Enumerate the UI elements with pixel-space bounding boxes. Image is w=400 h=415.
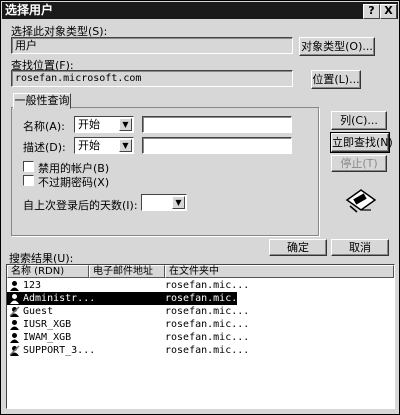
ok-button[interactable]: 确定: [269, 239, 327, 256]
columns-button[interactable]: 列(C)...: [331, 111, 387, 130]
close-button[interactable]: X: [380, 4, 397, 19]
user-icon: [10, 320, 19, 330]
search-results-list[interactable]: 名称 (RDN) 电子邮件地址 在文件夹中 123 rosefan.mic...…: [6, 264, 395, 409]
stop-button[interactable]: 停止(T): [331, 155, 387, 172]
description-input[interactable]: [142, 137, 292, 154]
user-folder: rosefan.mic...: [165, 293, 250, 304]
help-button[interactable]: ?: [363, 4, 380, 19]
disabled-accounts-checkbox[interactable]: [23, 161, 34, 172]
user-icon: [10, 333, 19, 343]
description-label: 描述(D):: [23, 141, 66, 154]
days-since-logon-select[interactable]: ▼: [141, 194, 187, 211]
tab-general-queries[interactable]: 一般性查询: [13, 93, 71, 109]
title-bar: 选择用户 ? X: [2, 2, 398, 19]
non-expiring-password-label: 不过期密码(X): [38, 176, 110, 189]
object-type-field: 用户: [11, 37, 293, 54]
chevron-down-icon[interactable]: ▼: [172, 196, 185, 209]
table-row[interactable]: 123 rosefan.mic...: [7, 279, 249, 292]
user-name: Guest: [23, 306, 54, 317]
user-folder: rosefan.mic...: [165, 280, 250, 291]
column-header-email[interactable]: 电子邮件地址: [89, 265, 165, 278]
user-name: IWAM_XGB: [23, 332, 72, 343]
name-input[interactable]: [142, 116, 292, 133]
find-now-button[interactable]: 立即查找(N): [330, 132, 393, 153]
table-row[interactable]: IWAM_XGB rosefan.mic...: [7, 331, 249, 344]
window-title: 选择用户: [5, 3, 54, 17]
table-row[interactable]: Administr... rosefan.mic...: [7, 292, 249, 305]
chevron-down-icon[interactable]: ▼: [119, 118, 132, 131]
days-since-logon-label: 自上次登录后的天数(I):: [23, 199, 138, 212]
user-folder: rosefan.mic...: [165, 332, 250, 343]
user-icon: [10, 281, 19, 291]
user-name: SUPPORT_3...: [23, 345, 96, 356]
locations-button[interactable]: 位置(L)...: [311, 70, 361, 89]
user-icon: [10, 294, 19, 304]
cancel-button[interactable]: 取消: [331, 239, 389, 256]
user-icon: [9, 306, 20, 317]
object-types-button[interactable]: 对象类型(O)...: [299, 37, 375, 56]
table-row[interactable]: IUSR_XGB rosefan.mic...: [7, 318, 249, 331]
flashlight-search-icon: [345, 189, 377, 213]
table-row[interactable]: SUPPORT_3... rosefan.mic...: [7, 344, 249, 357]
name-label: 名称(A):: [23, 120, 65, 133]
name-operator-value: 开始: [78, 118, 100, 131]
user-folder: rosefan.mic...: [165, 345, 250, 356]
description-operator-select[interactable]: 开始 ▼: [74, 137, 134, 154]
chevron-down-icon[interactable]: ▼: [119, 139, 132, 152]
user-name: 123: [23, 280, 42, 291]
non-expiring-password-checkbox[interactable]: [23, 175, 34, 186]
column-header-folder[interactable]: 在文件夹中: [165, 265, 394, 278]
select-users-dialog: 选择用户 ? X 选择此对象类型(S): 用户 对象类型(O)... 查找位置(…: [0, 0, 400, 415]
description-operator-value: 开始: [78, 139, 100, 152]
column-header-name[interactable]: 名称 (RDN): [7, 265, 89, 278]
user-folder: rosefan.mic...: [165, 306, 250, 317]
user-name: IUSR_XGB: [23, 319, 72, 330]
user-icon: [9, 345, 20, 356]
user-folder: rosefan.mic...: [165, 319, 250, 330]
table-row[interactable]: Guest rosefan.mic...: [7, 305, 249, 318]
location-field: rosefan.microsoft.com: [11, 70, 293, 87]
user-name: Administr...: [23, 293, 96, 304]
name-operator-select[interactable]: 开始 ▼: [74, 116, 134, 133]
